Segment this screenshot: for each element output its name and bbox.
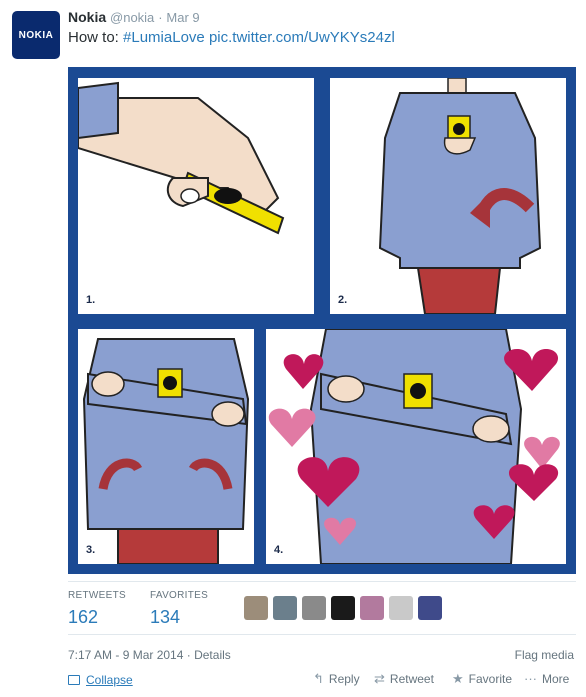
hashtag-link[interactable]: #LumiaLove [123, 29, 205, 46]
media-image[interactable]: 1. 2. 3. 4. [68, 67, 576, 574]
panel-number: 2. [338, 294, 348, 306]
separator-dot: · [158, 10, 163, 25]
panel-number: 1. [86, 294, 96, 306]
collapse-icon [68, 675, 80, 685]
avatar-logo-text: NOKIA [18, 29, 54, 41]
tweet-header: Nokia @nokia · Mar 9 [68, 9, 200, 25]
details-link[interactable]: Details [194, 648, 231, 662]
separator-dot: · [186, 648, 191, 662]
panel-2: 2. [330, 78, 566, 314]
user-avatar[interactable] [360, 596, 384, 620]
favoriter-avatars [244, 596, 442, 620]
favorites-label: FAVORITES [150, 590, 209, 601]
tweet-actions: Collapse ↰ Reply ⇄ Retweet ★ Favorite ··… [68, 670, 576, 690]
screen-name[interactable]: @nokia [110, 10, 154, 25]
reply-button[interactable]: ↰ Reply [313, 671, 360, 687]
tweet-stats: RETWEETS 162 FAVORITES 134 [68, 581, 576, 635]
user-avatar[interactable] [244, 596, 268, 620]
favorites-stat[interactable]: FAVORITES 134 [150, 590, 208, 628]
more-icon: ··· [524, 671, 537, 686]
pocket-illustration [378, 78, 542, 314]
timestamp: 7:17 AM - 9 Mar 2014 [68, 648, 184, 662]
panel-3: 3. [78, 329, 254, 564]
favorites-count: 134 [150, 607, 181, 627]
tweet-date[interactable]: Mar 9 [166, 10, 199, 25]
retweets-count: 162 [68, 607, 99, 627]
user-avatar[interactable] [389, 596, 413, 620]
hearts-illustration [268, 329, 560, 564]
panel-4: 4. [266, 329, 566, 564]
collapse-button[interactable]: Collapse [68, 673, 133, 687]
more-label: More [542, 671, 570, 686]
retweets-label: RETWEETS [68, 590, 126, 601]
retweet-icon: ⇄ [374, 671, 385, 686]
tweet-text: How to: #LumiaLove pic.twitter.com/UwYKY… [68, 28, 395, 48]
retweet-button[interactable]: ⇄ Retweet [374, 671, 434, 687]
tweet-text-prefix: How to: [68, 29, 124, 46]
favorite-button[interactable]: ★ Favorite [452, 671, 512, 687]
user-avatar[interactable] [331, 596, 355, 620]
user-avatar[interactable] [302, 596, 326, 620]
arms-crossed-illustration [82, 338, 250, 564]
hand-phone-illustration [78, 81, 285, 235]
panel-number: 4. [274, 544, 284, 556]
user-avatar[interactable] [418, 596, 442, 620]
flag-media-link[interactable]: Flag media [515, 648, 574, 662]
retweet-label: Retweet [389, 672, 434, 686]
avatar[interactable]: NOKIA [12, 11, 60, 59]
pic-link[interactable]: pic.twitter.com/UwYKYs24zl [209, 29, 395, 46]
collapse-label: Collapse [86, 673, 133, 687]
reply-label: Reply [328, 672, 360, 686]
display-name[interactable]: Nokia [68, 9, 106, 25]
tweet-meta: 7:17 AM - 9 Mar 2014 · Details [68, 648, 231, 662]
panel-number: 3. [86, 544, 96, 556]
retweets-stat[interactable]: RETWEETS 162 [68, 590, 126, 628]
user-avatar[interactable] [273, 596, 297, 620]
reply-icon: ↰ [313, 671, 324, 686]
star-icon: ★ [452, 671, 464, 686]
favorite-label: Favorite [468, 672, 513, 686]
panel-1: 1. [78, 78, 314, 314]
more-button[interactable]: ··· More [524, 671, 569, 686]
